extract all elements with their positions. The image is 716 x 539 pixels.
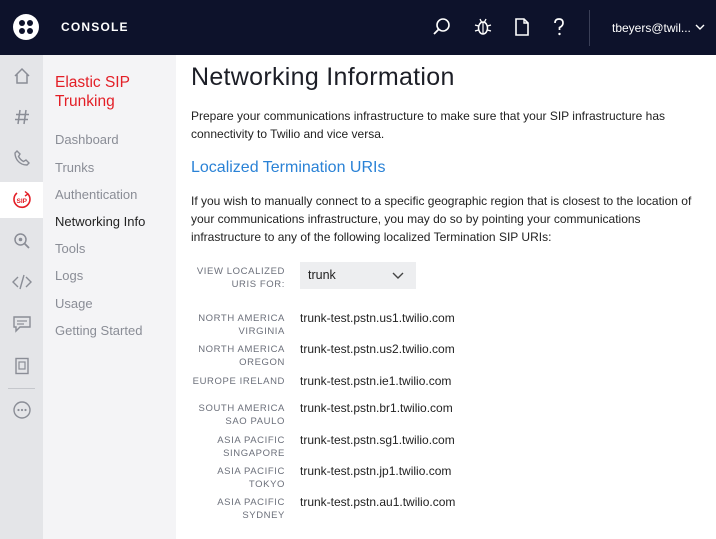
logo-dot (19, 28, 25, 34)
twilio-logo-icon[interactable] (13, 14, 39, 40)
uri-value[interactable]: trunk-test.pstn.br1.twilio.com (300, 401, 453, 415)
uri-region: EUROPE IRELAND (192, 376, 285, 387)
product-sidebar: Elastic SIP Trunking Dashboard Trunks Au… (43, 55, 176, 539)
chevron-down-icon (695, 20, 705, 34)
search-zoom-icon[interactable] (0, 223, 43, 259)
console-title[interactable]: CONSOLE (61, 20, 129, 34)
uri-value[interactable]: trunk-test.pstn.jp1.twilio.com (300, 464, 451, 478)
section-title: Localized Termination URIs (191, 159, 386, 176)
uri-region: ASIA PACIFIC TOKYO (217, 466, 285, 490)
intro-text: Prepare your communications infrastructu… (191, 109, 665, 141)
home-icon[interactable] (0, 58, 43, 94)
sip-icon[interactable]: SIP (0, 182, 43, 218)
hash-icon[interactable] (0, 99, 43, 135)
sidebar-item-usage[interactable]: Usage (55, 296, 93, 311)
logo-dot (19, 20, 25, 26)
svg-text:SIP: SIP (16, 198, 27, 205)
sidebar-item-tools[interactable]: Tools (55, 241, 85, 256)
uri-region: ASIA PACIFIC SINGAPORE (217, 435, 285, 459)
sidebar-item-trunks[interactable]: Trunks (55, 160, 94, 175)
product-title[interactable]: Elastic SIP Trunking (55, 73, 170, 111)
rail-divider (8, 388, 35, 389)
search-icon[interactable] (431, 16, 453, 38)
debugger-icon[interactable] (472, 16, 494, 38)
account-menu[interactable]: tbeyers@twil... (612, 20, 705, 35)
product-icon-rail: SIP (0, 55, 43, 539)
sidebar-item-authentication[interactable]: Authentication (55, 187, 137, 202)
trunk-select-value: trunk (308, 268, 336, 282)
help-icon[interactable] (548, 16, 570, 38)
more-icon[interactable] (0, 392, 43, 428)
book-icon[interactable] (0, 348, 43, 384)
logo-dot (27, 28, 33, 34)
uri-value[interactable]: trunk-test.pstn.us2.twilio.com (300, 342, 455, 356)
uri-value[interactable]: trunk-test.pstn.ie1.twilio.com (300, 374, 451, 388)
trunk-select[interactable]: trunk (300, 262, 416, 289)
uri-value[interactable]: trunk-test.pstn.sg1.twilio.com (300, 433, 455, 447)
uri-region: NORTH AMERICA VIRGINIA (198, 313, 285, 337)
sidebar-item-dashboard[interactable]: Dashboard (55, 132, 119, 147)
uri-region: SOUTH AMERICA SAO PAULO (198, 403, 285, 427)
code-icon[interactable] (0, 264, 43, 300)
account-name: tbeyers@twil... (612, 21, 691, 35)
sidebar-item-getting-started[interactable]: Getting Started (55, 323, 142, 338)
uri-value[interactable]: trunk-test.pstn.us1.twilio.com (300, 311, 455, 325)
chat-icon[interactable] (0, 306, 43, 342)
phone-icon[interactable] (0, 140, 43, 176)
top-navigation-bar: CONSOLE tbeyers@twil... (0, 0, 716, 55)
uri-region: NORTH AMERICA OREGON (198, 344, 285, 368)
uri-region: ASIA PACIFIC SYDNEY (217, 497, 285, 521)
select-label: VIEW LOCALIZED URIS FOR: (196, 266, 285, 290)
sidebar-item-networking-info[interactable]: Networking Info (55, 214, 145, 229)
document-icon[interactable] (511, 16, 533, 38)
sidebar-item-logs[interactable]: Logs (55, 268, 83, 283)
header-divider (589, 10, 590, 46)
chevron-down-icon (392, 269, 404, 283)
page-title: Networking Information (191, 63, 455, 91)
logo-dot (27, 20, 33, 26)
main-content: Networking Information Prepare your comm… (176, 55, 716, 539)
section-description: If you wish to manually connect to a spe… (191, 194, 692, 244)
uri-value[interactable]: trunk-test.pstn.au1.twilio.com (300, 495, 455, 509)
